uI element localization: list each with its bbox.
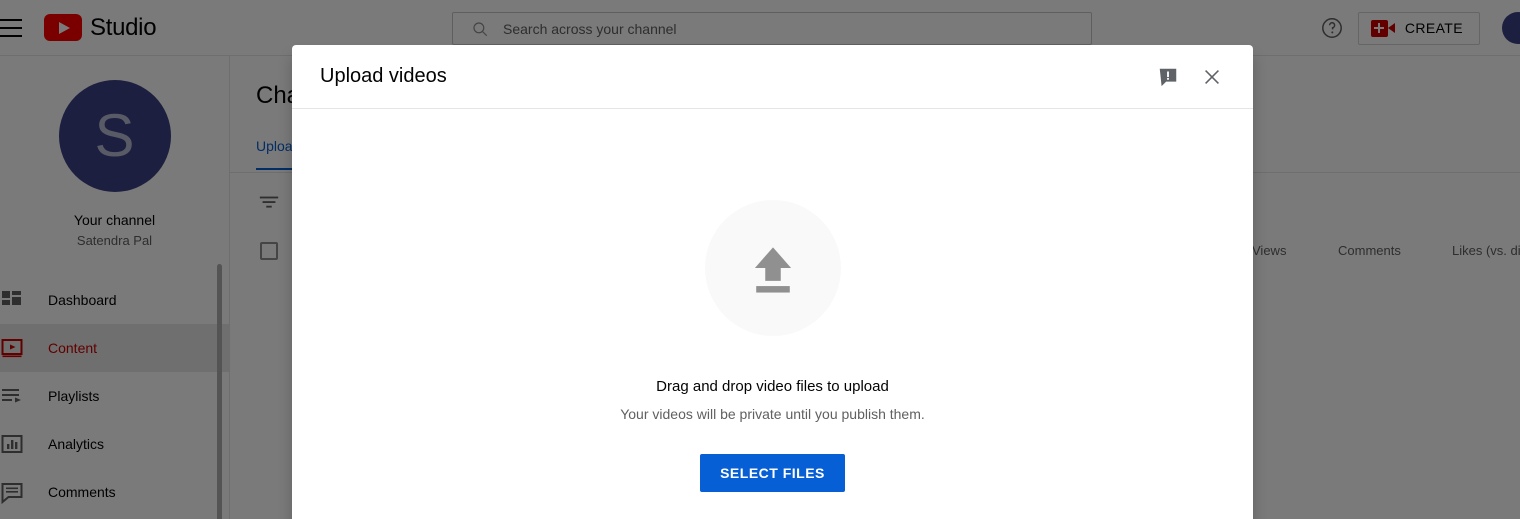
dropzone-title: Drag and drop video files to upload (656, 378, 889, 395)
upload-icon-circle (705, 200, 841, 336)
close-x-icon[interactable] (1201, 66, 1223, 88)
select-files-button[interactable]: SELECT FILES (700, 454, 845, 492)
dialog-title: Upload videos (320, 65, 447, 88)
upload-arrow-icon (742, 237, 804, 299)
dialog-actions (1157, 66, 1223, 88)
dropzone-subtitle: Your videos will be private until you pu… (620, 406, 925, 422)
youtube-studio-window: Studio Search across your channel (0, 0, 1520, 519)
upload-dropzone[interactable]: Drag and drop video files to upload Your… (292, 109, 1253, 519)
upload-videos-dialog: Upload videos Drag and d (292, 45, 1253, 519)
send-feedback-icon[interactable] (1157, 66, 1179, 88)
dialog-header: Upload videos (292, 45, 1253, 109)
